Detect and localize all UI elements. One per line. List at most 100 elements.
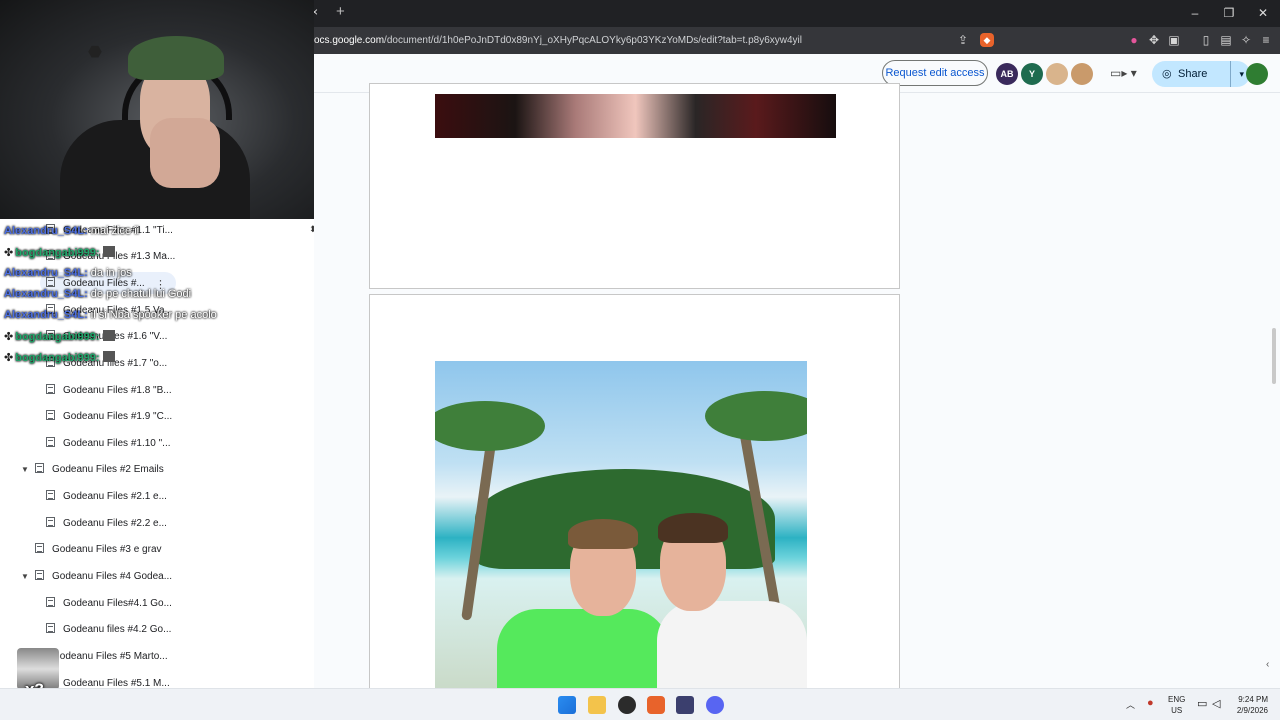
chat-text: da in jos [87,267,132,279]
app-icon[interactable] [676,696,694,714]
account-avatar[interactable] [1246,63,1268,85]
discord-icon[interactable] [706,696,724,714]
document-canvas: ‹ [314,83,1280,714]
windows-start-icon[interactable] [558,696,576,714]
restore-button[interactable]: ❐ [1212,0,1246,27]
chat-message: ✤ bogdangabi999: [4,351,115,364]
outline-item-label: Godeanu Files #1.10 "... [63,438,171,449]
outline-item-label: Godeanu Files #4 Godea... [52,571,173,582]
browser-icon[interactable] [618,696,636,714]
chat-message: ✤ bogdangabi999: [4,246,115,259]
share-dropdown-icon[interactable]: ▾ [1230,61,1244,87]
collaborator-initials: AB [1000,69,1014,79]
document-icon [35,543,44,553]
outline-item[interactable]: Godeanu Files #2.1 e... [46,487,167,507]
outline-item[interactable]: Godeanu Files #1.8 "B... [46,381,172,401]
chat-username: bogdangabi999: [15,352,100,364]
globe-icon: ◎ [1162,68,1172,80]
document-page [369,83,900,289]
meet-video-icon[interactable]: ▭▸ ▾ [1110,66,1138,82]
outline-item-label: Godeanu Files #5.1 M... [63,678,170,688]
clock[interactable]: 9:24 PM 2/9/2026 [1228,694,1268,716]
outline-item[interactable]: Godeanu Files #1.9 "C... [46,407,172,427]
outline-item-label: Godeanu Files #2 Emails [52,464,164,475]
scroll-arrows-icon[interactable]: ⬍ [309,224,314,235]
chat-username: bogdangabi999: [15,247,100,259]
document-icon [46,384,55,394]
document-image[interactable] [435,94,836,138]
chat-username: bogdangabi999: [15,331,100,343]
microphone-icon[interactable]: ● [1147,697,1154,709]
outline-item-label: Godeanu Files#4.1 Go... [63,598,172,609]
chat-message: Alexandru_S4L: de pe chatul lui Godi [4,288,191,300]
close-window-button[interactable]: ✕ [1246,0,1280,27]
language-indicator[interactable]: ENG US [1168,694,1185,716]
chat-badge-icon: ✤ [4,331,14,343]
clock-time: 9:24 PM [1238,695,1268,704]
expand-triangle-icon[interactable]: ▼ [21,460,29,480]
clock-date: 2/9/2026 [1236,706,1268,715]
chat-badge-icon: ✤ [4,352,14,364]
chat-message: Alexandru_S4L: il si Nba spooker pe acol… [4,309,217,321]
collaborator-avatar[interactable]: AB [996,63,1018,85]
chevron-left-icon[interactable]: ‹ [1266,659,1280,679]
volume-icon[interactable]: ◁ [1212,697,1220,710]
outline-item[interactable]: Godeanu files #4.2 Go... [46,620,171,640]
language-code: ENG [1168,695,1186,704]
collaborator-avatar[interactable] [1071,63,1093,85]
document-page [369,294,900,714]
outline-item[interactable]: ▼ Godeanu Files #2 Emails [21,460,164,480]
chat-emote-icon [102,351,115,362]
outline-item[interactable]: Godeanu Files #1.10 "... [46,434,171,454]
share-page-icon[interactable]: ⇪ [955,32,971,48]
extension-icon[interactable]: ● [1126,32,1142,48]
palm-leaves [705,391,807,441]
outline-item-label: Godeanu files #4.2 Go... [63,624,172,635]
url-host: ocs.google.com [314,35,385,46]
extensions-puzzle-icon[interactable]: ✥ [1146,32,1162,48]
streamer-cap [128,36,224,80]
document-icon [46,597,55,607]
menu-icon[interactable]: ≡ [1258,32,1274,48]
screenshot-icon[interactable]: ▣ [1166,32,1182,48]
document-image[interactable] [435,361,807,701]
outline-item[interactable]: Godeanu Files #2.2 e... [46,514,167,534]
outline-item[interactable]: Godeanu Files #5.1 M... [46,674,170,688]
brave-shield-icon[interactable]: ◆ [980,33,994,47]
chat-badge-icon: ✤ [4,247,14,259]
wallet-icon[interactable]: ▤ [1218,32,1234,48]
outline-item-label: Godeanu Files #2.2 e... [63,518,167,529]
person-hair [568,519,638,549]
outline-item[interactable]: ▼ Godeanu Files #4 Godea... [21,567,173,587]
network-icon[interactable]: ▭ [1197,697,1207,710]
outline-item[interactable]: Godeanu Files#4.1 Go... [46,594,172,614]
expand-triangle-icon[interactable]: ▼ [21,567,29,587]
document-icon [46,410,55,420]
collaborator-avatar[interactable]: Y [1021,63,1043,85]
chat-username: Alexandru_S4L: [4,309,88,321]
chat-text: il si Nba spooker pe acolo [87,309,217,321]
region-code: US [1171,706,1183,715]
collaborator-avatar[interactable] [1046,63,1068,85]
chat-text: mai zice ii [87,225,140,237]
brave-browser-icon[interactable] [647,696,665,714]
outline-item[interactable]: Godeanu Files #3 e grav [35,540,162,560]
minimize-button[interactable]: – [1178,0,1212,27]
document-icon [46,437,55,447]
leo-ai-icon[interactable]: ✧ [1238,32,1254,48]
taskbar: ︿ ● ENG US ▭ ◁ 9:24 PM 2/9/2026 [0,688,1280,720]
new-tab-button[interactable]: + [336,3,345,20]
share-button[interactable]: ◎ Share ▾ [1152,61,1250,87]
chat-emote-icon [102,246,115,257]
sidebar-toggle-icon[interactable]: ▯ [1198,32,1214,48]
tray-overflow-icon[interactable]: ︿ [1126,698,1135,711]
document-icon [46,490,55,500]
chat-text: de pe chatul lui Godi [87,288,192,300]
chat-message: ✤ bogdangabi999: [4,330,115,343]
outline-item-label: Godeanu Files #3 e grav [52,544,162,555]
file-explorer-icon[interactable] [588,696,606,714]
scrollbar-thumb[interactable] [1272,328,1276,384]
collaborator-initials: Y [1028,69,1035,79]
address-bar[interactable]: ocs.google.com/document/d/1h0ePoJnDTd0x8… [314,35,802,46]
chat-emote-icon [102,330,115,341]
